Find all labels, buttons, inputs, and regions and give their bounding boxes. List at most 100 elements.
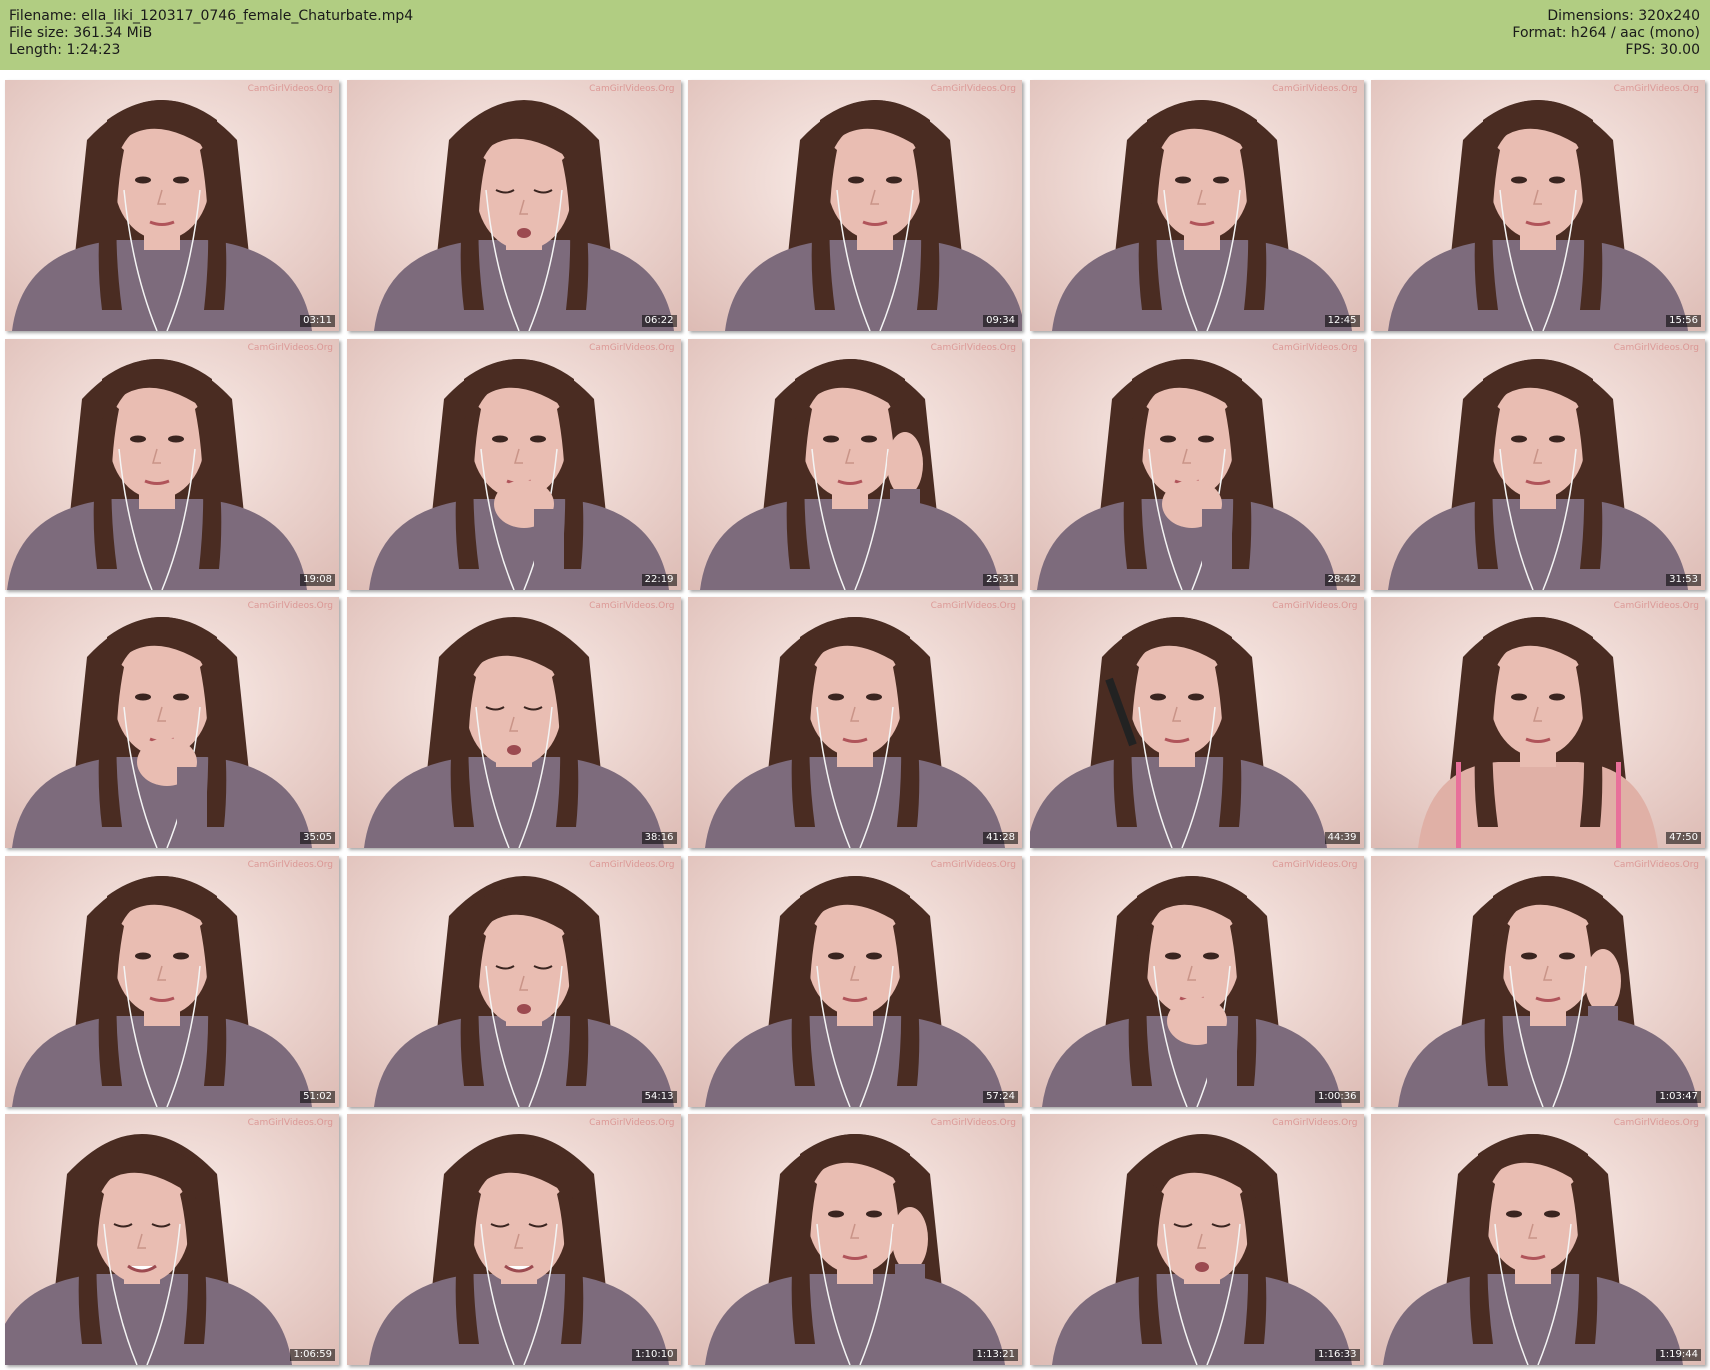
- fps-text: FPS: 30.00: [1625, 42, 1700, 58]
- info-header: Filename: ella_liki_120317_0746_female_C…: [0, 0, 1710, 70]
- thumbnail-frame[interactable]: CamGirlVideos.Org 28:42: [1029, 338, 1364, 590]
- watermark-text: CamGirlVideos.Org: [589, 601, 675, 611]
- frame-image: [346, 597, 681, 848]
- watermark-text: CamGirlVideos.Org: [247, 84, 333, 94]
- thumbnail-frame[interactable]: CamGirlVideos.Org 38:16: [346, 597, 681, 848]
- watermark-text: CamGirlVideos.Org: [1272, 859, 1358, 870]
- thumbnail-frame[interactable]: CamGirlVideos.Org 03:11: [5, 80, 339, 331]
- frame-image: [346, 1114, 681, 1365]
- frame-timestamp: 06:22: [641, 315, 677, 327]
- watermark-text: CamGirlVideos.Org: [930, 859, 1016, 870]
- frame-timestamp: 22:19: [641, 573, 677, 586]
- frame-timestamp: 35:05: [300, 832, 335, 844]
- thumbnail-frame[interactable]: CamGirlVideos.Org 19:08: [5, 338, 339, 590]
- frame-image: [5, 80, 339, 331]
- frame-timestamp: 19:08: [300, 573, 335, 586]
- frame-timestamp: 31:53: [1666, 573, 1701, 586]
- thumbnail-frame[interactable]: CamGirlVideos.Org 1:10:10: [346, 1114, 681, 1365]
- frame-image: [346, 855, 681, 1107]
- thumbnail-frame[interactable]: CamGirlVideos.Org 1:19:44: [1371, 1114, 1705, 1365]
- frame-image: [688, 1114, 1022, 1365]
- thumbnail-frame[interactable]: CamGirlVideos.Org 57:24: [688, 855, 1022, 1107]
- watermark-text: CamGirlVideos.Org: [1613, 859, 1699, 870]
- frame-image: [5, 597, 339, 848]
- thumbnail-grid: CamGirlVideos.Org 03:11 CamGirlVideos.Org 0…: [5, 80, 1705, 1365]
- frame-image: [688, 80, 1022, 331]
- thumbnail-frame[interactable]: CamGirlVideos.Org 1:13:21: [688, 1114, 1022, 1365]
- watermark-text: CamGirlVideos.Org: [1613, 84, 1699, 94]
- frame-timestamp: 57:24: [983, 1090, 1018, 1103]
- frame-image: [1371, 80, 1705, 331]
- thumbnail-frame[interactable]: CamGirlVideos.Org 35:05: [5, 597, 339, 848]
- filename-text: Filename: ella_liki_120317_0746_female_C…: [9, 8, 414, 24]
- thumbnail-frame[interactable]: CamGirlVideos.Org 1:03:47: [1371, 855, 1705, 1107]
- thumbnail-frame[interactable]: CamGirlVideos.Org 25:31: [688, 338, 1022, 590]
- frame-image: [5, 855, 339, 1107]
- frame-timestamp: 54:13: [641, 1090, 677, 1103]
- frame-timestamp: 1:00:36: [1314, 1090, 1360, 1103]
- frame-image: [346, 338, 681, 590]
- frame-timestamp: 47:50: [1666, 832, 1701, 844]
- watermark-text: CamGirlVideos.Org: [1272, 1118, 1358, 1128]
- frame-timestamp: 1:06:59: [290, 1349, 335, 1361]
- thumbnail-frame[interactable]: CamGirlVideos.Org 1:16:33: [1029, 1114, 1364, 1365]
- watermark-text: CamGirlVideos.Org: [1613, 1118, 1699, 1128]
- watermark-text: CamGirlVideos.Org: [589, 1118, 675, 1128]
- frame-image: [346, 80, 681, 331]
- frame-timestamp: 28:42: [1324, 573, 1360, 586]
- frame-image: [5, 338, 339, 590]
- filesize-text: File size: 361.34 MiB: [9, 25, 153, 41]
- frame-timestamp: 09:34: [983, 315, 1018, 327]
- thumbnail-frame[interactable]: CamGirlVideos.Org 47:50: [1371, 597, 1705, 848]
- frame-timestamp: 12:45: [1324, 315, 1360, 327]
- thumbnail-frame[interactable]: CamGirlVideos.Org 15:56: [1371, 80, 1705, 331]
- watermark-text: CamGirlVideos.Org: [930, 342, 1016, 353]
- thumbnail-frame[interactable]: CamGirlVideos.Org 54:13: [346, 855, 681, 1107]
- frame-timestamp: 1:10:10: [631, 1349, 677, 1361]
- format-text: Format: h264 / aac (mono): [1512, 25, 1700, 41]
- frame-timestamp: 1:19:44: [1656, 1349, 1701, 1361]
- frame-image: [1029, 597, 1364, 848]
- watermark-text: CamGirlVideos.Org: [1613, 601, 1699, 611]
- thumbnail-frame[interactable]: CamGirlVideos.Org 22:19: [346, 338, 681, 590]
- thumbnail-frame[interactable]: CamGirlVideos.Org 06:22: [346, 80, 681, 331]
- frame-timestamp: 25:31: [983, 573, 1018, 586]
- stream-info: Dimensions: 320x240 Format: h264 / aac (…: [1512, 8, 1700, 59]
- frame-timestamp: 44:39: [1324, 832, 1360, 844]
- thumbnail-frame[interactable]: CamGirlVideos.Org 44:39: [1029, 597, 1364, 848]
- frame-image: [1371, 1114, 1705, 1365]
- watermark-text: CamGirlVideos.Org: [247, 342, 333, 353]
- frame-timestamp: 1:13:21: [973, 1349, 1018, 1361]
- frame-image: [1371, 597, 1705, 848]
- frame-image: [1029, 855, 1364, 1107]
- thumbnail-frame[interactable]: CamGirlVideos.Org 12:45: [1029, 80, 1364, 331]
- watermark-text: CamGirlVideos.Org: [1613, 342, 1699, 353]
- frame-timestamp: 51:02: [300, 1090, 335, 1103]
- frame-timestamp: 03:11: [300, 315, 335, 327]
- frame-image: [1371, 855, 1705, 1107]
- frame-timestamp: 38:16: [641, 832, 677, 844]
- thumbnail-frame[interactable]: CamGirlVideos.Org 41:28: [688, 597, 1022, 848]
- file-info: Filename: ella_liki_120317_0746_female_C…: [9, 8, 413, 59]
- frame-timestamp: 41:28: [983, 832, 1018, 844]
- watermark-text: CamGirlVideos.Org: [930, 601, 1016, 611]
- frame-image: [5, 1114, 339, 1365]
- thumbnail-frame[interactable]: CamGirlVideos.Org 31:53: [1371, 338, 1705, 590]
- thumbnail-frame[interactable]: CamGirlVideos.Org 51:02: [5, 855, 339, 1107]
- dimensions-text: Dimensions: 320x240: [1547, 8, 1700, 24]
- frame-timestamp: 1:16:33: [1314, 1349, 1360, 1361]
- watermark-text: CamGirlVideos.Org: [930, 84, 1016, 94]
- watermark-text: CamGirlVideos.Org: [247, 859, 333, 870]
- thumbnail-frame[interactable]: CamGirlVideos.Org 1:06:59: [5, 1114, 339, 1365]
- watermark-text: CamGirlVideos.Org: [1272, 84, 1358, 94]
- watermark-text: CamGirlVideos.Org: [247, 1118, 333, 1128]
- length-text: Length: 1:24:23: [9, 42, 121, 58]
- frame-image: [1371, 338, 1705, 590]
- watermark-text: CamGirlVideos.Org: [930, 1118, 1016, 1128]
- watermark-text: CamGirlVideos.Org: [1272, 601, 1358, 611]
- thumbnail-frame[interactable]: CamGirlVideos.Org 09:34: [688, 80, 1022, 331]
- frame-image: [688, 855, 1022, 1107]
- watermark-text: CamGirlVideos.Org: [1272, 342, 1358, 353]
- thumbnail-frame[interactable]: CamGirlVideos.Org 1:00:36: [1029, 855, 1364, 1107]
- watermark-text: CamGirlVideos.Org: [247, 601, 333, 611]
